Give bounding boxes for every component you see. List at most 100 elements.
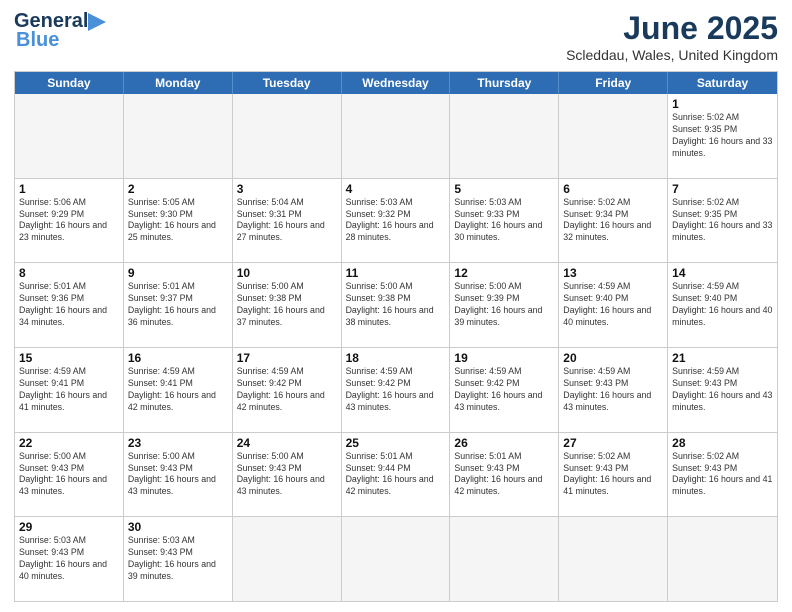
week-row-4: 22 Sunrise: 5:00 AMSunset: 9:43 PMDaylig… <box>15 432 777 517</box>
cell-4-5: 27 Sunrise: 5:02 AMSunset: 9:43 PMDaylig… <box>559 433 668 517</box>
cell-info: Sunrise: 5:00 AMSunset: 9:38 PMDaylight:… <box>346 281 446 329</box>
day-number: 7 <box>672 182 773 196</box>
cell-info: Sunrise: 5:02 AMSunset: 9:43 PMDaylight:… <box>563 451 663 499</box>
day-number: 27 <box>563 436 663 450</box>
day-number: 12 <box>454 266 554 280</box>
header-sunday: Sunday <box>15 72 124 94</box>
day-number: 16 <box>128 351 228 365</box>
cell-info: Sunrise: 4:59 AMSunset: 9:43 PMDaylight:… <box>563 366 663 414</box>
cell-info: Sunrise: 5:01 AMSunset: 9:43 PMDaylight:… <box>454 451 554 499</box>
cell-4-3: 25 Sunrise: 5:01 AMSunset: 9:44 PMDaylig… <box>342 433 451 517</box>
cell-4-1: 23 Sunrise: 5:00 AMSunset: 9:43 PMDaylig… <box>124 433 233 517</box>
cell-4-2: 24 Sunrise: 5:00 AMSunset: 9:43 PMDaylig… <box>233 433 342 517</box>
cell-info: Sunrise: 4:59 AMSunset: 9:42 PMDaylight:… <box>454 366 554 414</box>
cell-info: Sunrise: 5:03 AMSunset: 9:32 PMDaylight:… <box>346 197 446 245</box>
week-row-0: 1 Sunrise: 5:02 AMSunset: 9:35 PMDayligh… <box>15 94 777 178</box>
calendar-body: 1 Sunrise: 5:02 AMSunset: 9:35 PMDayligh… <box>15 94 777 601</box>
calendar-subtitle: Scleddau, Wales, United Kingdom <box>566 47 778 63</box>
header-wednesday: Wednesday <box>342 72 451 94</box>
cell-2-2: 10 Sunrise: 5:00 AMSunset: 9:38 PMDaylig… <box>233 263 342 347</box>
day-number: 5 <box>454 182 554 196</box>
cell-2-0: 8 Sunrise: 5:01 AMSunset: 9:36 PMDayligh… <box>15 263 124 347</box>
cell-1-4: 5 Sunrise: 5:03 AMSunset: 9:33 PMDayligh… <box>450 179 559 263</box>
cell-info: Sunrise: 5:02 AMSunset: 9:43 PMDaylight:… <box>672 451 773 499</box>
cell-info: Sunrise: 4:59 AMSunset: 9:40 PMDaylight:… <box>563 281 663 329</box>
cell-info: Sunrise: 4:59 AMSunset: 9:42 PMDaylight:… <box>237 366 337 414</box>
title-block: June 2025 Scleddau, Wales, United Kingdo… <box>566 10 778 63</box>
cell-0-2 <box>233 94 342 178</box>
cell-info: Sunrise: 5:02 AMSunset: 9:35 PMDaylight:… <box>672 112 773 160</box>
cell-5-4 <box>450 517 559 601</box>
day-number: 4 <box>346 182 446 196</box>
cell-info: Sunrise: 5:03 AMSunset: 9:43 PMDaylight:… <box>19 535 119 583</box>
cell-3-1: 16 Sunrise: 4:59 AMSunset: 9:41 PMDaylig… <box>124 348 233 432</box>
day-number: 17 <box>237 351 337 365</box>
day-number: 8 <box>19 266 119 280</box>
cell-5-2 <box>233 517 342 601</box>
cell-0-6: 1 Sunrise: 5:02 AMSunset: 9:35 PMDayligh… <box>668 94 777 178</box>
header-saturday: Saturday <box>668 72 777 94</box>
day-number: 11 <box>346 266 446 280</box>
cell-info: Sunrise: 5:00 AMSunset: 9:43 PMDaylight:… <box>128 451 228 499</box>
header-friday: Friday <box>559 72 668 94</box>
cell-0-1 <box>124 94 233 178</box>
cell-info: Sunrise: 5:03 AMSunset: 9:33 PMDaylight:… <box>454 197 554 245</box>
cell-info: Sunrise: 5:01 AMSunset: 9:44 PMDaylight:… <box>346 451 446 499</box>
week-row-3: 15 Sunrise: 4:59 AMSunset: 9:41 PMDaylig… <box>15 347 777 432</box>
day-number: 1 <box>672 97 773 111</box>
day-number: 18 <box>346 351 446 365</box>
cell-5-5 <box>559 517 668 601</box>
cell-4-0: 22 Sunrise: 5:00 AMSunset: 9:43 PMDaylig… <box>15 433 124 517</box>
cell-3-6: 21 Sunrise: 4:59 AMSunset: 9:43 PMDaylig… <box>668 348 777 432</box>
cell-info: Sunrise: 4:59 AMSunset: 9:41 PMDaylight:… <box>19 366 119 414</box>
cell-2-4: 12 Sunrise: 5:00 AMSunset: 9:39 PMDaylig… <box>450 263 559 347</box>
cell-info: Sunrise: 5:06 AMSunset: 9:29 PMDaylight:… <box>19 197 119 245</box>
header-thursday: Thursday <box>450 72 559 94</box>
cell-4-4: 26 Sunrise: 5:01 AMSunset: 9:43 PMDaylig… <box>450 433 559 517</box>
cell-5-1: 30 Sunrise: 5:03 AMSunset: 9:43 PMDaylig… <box>124 517 233 601</box>
cell-info: Sunrise: 5:00 AMSunset: 9:43 PMDaylight:… <box>19 451 119 499</box>
day-number: 28 <box>672 436 773 450</box>
cell-info: Sunrise: 5:00 AMSunset: 9:38 PMDaylight:… <box>237 281 337 329</box>
cell-info: Sunrise: 4:59 AMSunset: 9:41 PMDaylight:… <box>128 366 228 414</box>
day-number: 6 <box>563 182 663 196</box>
day-number: 23 <box>128 436 228 450</box>
cell-info: Sunrise: 5:01 AMSunset: 9:37 PMDaylight:… <box>128 281 228 329</box>
day-number: 19 <box>454 351 554 365</box>
day-number: 20 <box>563 351 663 365</box>
week-row-5: 29 Sunrise: 5:03 AMSunset: 9:43 PMDaylig… <box>15 516 777 601</box>
cell-info: Sunrise: 4:59 AMSunset: 9:43 PMDaylight:… <box>672 366 773 414</box>
header-monday: Monday <box>124 72 233 94</box>
header-tuesday: Tuesday <box>233 72 342 94</box>
cell-info: Sunrise: 5:04 AMSunset: 9:31 PMDaylight:… <box>237 197 337 245</box>
cell-4-6: 28 Sunrise: 5:02 AMSunset: 9:43 PMDaylig… <box>668 433 777 517</box>
day-number: 9 <box>128 266 228 280</box>
day-number: 3 <box>237 182 337 196</box>
cell-3-2: 17 Sunrise: 4:59 AMSunset: 9:42 PMDaylig… <box>233 348 342 432</box>
cell-2-3: 11 Sunrise: 5:00 AMSunset: 9:38 PMDaylig… <box>342 263 451 347</box>
logo: General Blue <box>14 10 110 52</box>
cell-2-6: 14 Sunrise: 4:59 AMSunset: 9:40 PMDaylig… <box>668 263 777 347</box>
cell-0-0 <box>15 94 124 178</box>
cell-3-3: 18 Sunrise: 4:59 AMSunset: 9:42 PMDaylig… <box>342 348 451 432</box>
cell-info: Sunrise: 5:02 AMSunset: 9:34 PMDaylight:… <box>563 197 663 245</box>
week-row-2: 8 Sunrise: 5:01 AMSunset: 9:36 PMDayligh… <box>15 262 777 347</box>
cell-info: Sunrise: 4:59 AMSunset: 9:42 PMDaylight:… <box>346 366 446 414</box>
day-number: 21 <box>672 351 773 365</box>
cell-1-1: 2 Sunrise: 5:05 AMSunset: 9:30 PMDayligh… <box>124 179 233 263</box>
cell-info: Sunrise: 5:00 AMSunset: 9:39 PMDaylight:… <box>454 281 554 329</box>
cell-info: Sunrise: 5:01 AMSunset: 9:36 PMDaylight:… <box>19 281 119 329</box>
cell-info: Sunrise: 5:05 AMSunset: 9:30 PMDaylight:… <box>128 197 228 245</box>
cell-0-4 <box>450 94 559 178</box>
page: General Blue June 2025 Scleddau, Wales, … <box>0 0 792 612</box>
cell-1-6: 7 Sunrise: 5:02 AMSunset: 9:35 PMDayligh… <box>668 179 777 263</box>
calendar: Sunday Monday Tuesday Wednesday Thursday… <box>14 71 778 602</box>
cell-1-0: 1 Sunrise: 5:06 AMSunset: 9:29 PMDayligh… <box>15 179 124 263</box>
cell-3-4: 19 Sunrise: 4:59 AMSunset: 9:42 PMDaylig… <box>450 348 559 432</box>
day-number: 1 <box>19 182 119 196</box>
day-number: 10 <box>237 266 337 280</box>
header: General Blue June 2025 Scleddau, Wales, … <box>14 10 778 63</box>
cell-1-3: 4 Sunrise: 5:03 AMSunset: 9:32 PMDayligh… <box>342 179 451 263</box>
day-number: 15 <box>19 351 119 365</box>
calendar-header: Sunday Monday Tuesday Wednesday Thursday… <box>15 72 777 94</box>
